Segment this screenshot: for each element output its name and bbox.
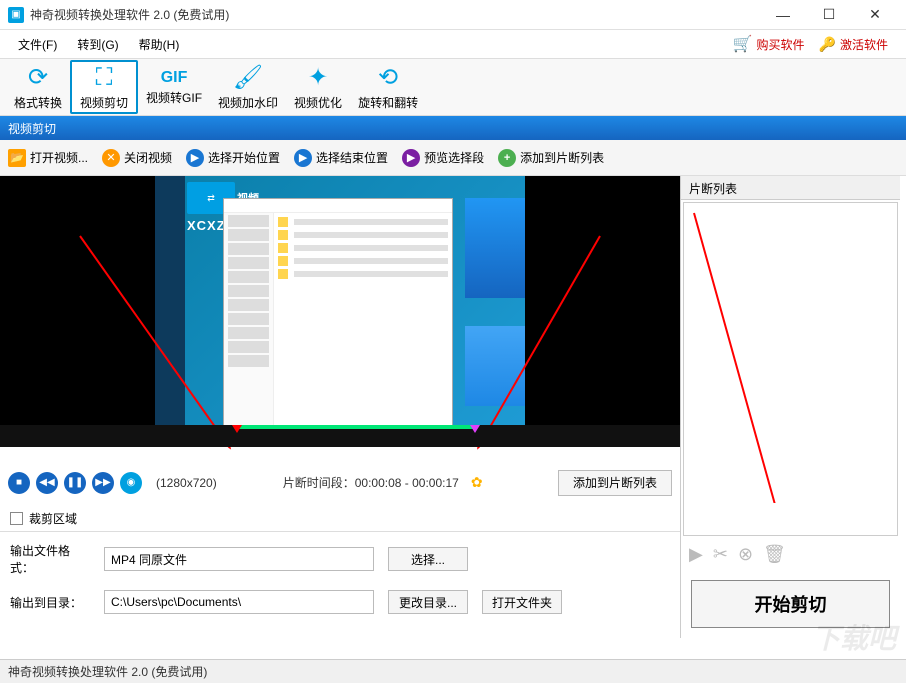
cart-icon: 🛒 <box>733 34 753 54</box>
rotate-icon: ⟲ <box>378 63 398 92</box>
tool-cut[interactable]: ⛶视频剪切 <box>70 60 138 114</box>
video-viewport[interactable]: ⇄ 视频 XCXZQ <box>0 176 680 425</box>
video-frame: ⇄ 视频 XCXZQ <box>155 176 525 425</box>
forward-button[interactable]: ▶▶ <box>92 472 114 494</box>
maximize-button[interactable]: ☐ <box>806 0 852 30</box>
activate-label: 激活软件 <box>840 36 888 53</box>
section-header: 视频剪切 <box>0 116 906 140</box>
menu-file[interactable]: 文件(F) <box>8 32 67 57</box>
tool-gif[interactable]: GIF视频转GIF <box>138 60 210 114</box>
tool-rotate[interactable]: ⟲旋转和翻转 <box>350 60 426 114</box>
snapshot-button[interactable]: ◉ <box>120 472 142 494</box>
marker-start[interactable] <box>232 425 242 433</box>
menu-help[interactable]: 帮助(H) <box>129 32 190 57</box>
menubar: 文件(F) 转到(G) 帮助(H) 🛒 购买软件 🔑 激活软件 <box>0 30 906 58</box>
action-add-fragment[interactable]: +添加到片断列表 <box>498 149 604 167</box>
status-text: 神奇视频转换处理软件 2.0 (免费试用) <box>8 663 207 680</box>
crop-label: 裁剪区域 <box>29 510 77 527</box>
sparkle-icon: ✦ <box>308 63 328 92</box>
folder-icon: 📂 <box>8 149 26 167</box>
action-open-video[interactable]: 📂打开视频... <box>8 149 88 167</box>
timeline[interactable] <box>0 425 680 447</box>
buy-link[interactable]: 🛒 购买软件 <box>733 34 805 54</box>
preview-icon: ▶ <box>402 149 420 167</box>
timeline-selection[interactable] <box>235 425 475 429</box>
rewind-button[interactable]: ◀◀ <box>36 472 58 494</box>
fragment-tools: ▶ ✂ ⊗ 🗑 <box>681 538 900 570</box>
key-icon: 🔑 <box>819 36 836 53</box>
gif-icon: GIF <box>161 69 188 87</box>
fragment-pane: 片断列表 ▶ ✂ ⊗ 🗑 开始剪切 <box>680 176 900 638</box>
annotation-arrow-right <box>684 203 904 503</box>
minimize-button[interactable]: — <box>760 0 806 30</box>
action-select-end[interactable]: ▶选择结束位置 <box>294 149 388 167</box>
fragment-list-header: 片断列表 <box>681 176 900 200</box>
resolution-label: (1280x720) <box>156 476 217 490</box>
select-format-button[interactable]: 选择... <box>388 547 468 571</box>
change-dir-button[interactable]: 更改目录... <box>388 590 468 614</box>
buy-label: 购买软件 <box>757 36 805 53</box>
play-start-icon: ▶ <box>186 149 204 167</box>
tool-watermark[interactable]: 🖌视频加水印 <box>210 60 286 114</box>
activate-link[interactable]: 🔑 激活软件 <box>819 36 888 53</box>
crop-checkbox[interactable] <box>10 512 23 525</box>
play-end-icon: ▶ <box>294 149 312 167</box>
crop-icon: ⛶ <box>96 64 113 92</box>
action-preview[interactable]: ▶预览选择段 <box>402 149 484 167</box>
marker-end[interactable] <box>470 425 480 433</box>
play-fragment-icon[interactable]: ▶ <box>689 544 703 565</box>
delete-fragment-icon[interactable]: ⊗ <box>738 544 753 565</box>
window-title: 神奇视频转换处理软件 2.0 (免费试用) <box>30 6 229 23</box>
tool-optimize[interactable]: ✦视频优化 <box>286 60 350 114</box>
app-icon <box>8 7 24 23</box>
stop-button[interactable]: ■ <box>8 472 30 494</box>
time-range: 片断时间段：00:00:08 - 00:00:17 <box>283 474 459 491</box>
playback-controls: ■ ◀◀ ❚❚ ▶▶ ◉ (1280x720) 片断时间段：00:00:08 -… <box>0 460 680 507</box>
video-pane: ⇄ 视频 XCXZQ <box>0 176 680 638</box>
add-to-fragment-list-button[interactable]: 添加到片断列表 <box>558 470 672 496</box>
output-section: 输出文件格式： 选择... 输出到目录： 更改目录... 打开文件夹 <box>0 531 680 638</box>
window-controls: — ☐ ✕ <box>760 0 898 30</box>
output-dir-label: 输出到目录： <box>10 594 90 611</box>
trash-icon[interactable]: 🗑 <box>763 544 786 565</box>
fragment-list[interactable] <box>683 202 898 536</box>
brush-icon: 🖌 <box>233 63 263 92</box>
output-format-label: 输出文件格式： <box>10 542 90 576</box>
action-select-start[interactable]: ▶选择开始位置 <box>186 149 280 167</box>
crop-row: 裁剪区域 <box>0 506 680 531</box>
convert-icon: ⟳ <box>28 63 48 92</box>
action-close-video[interactable]: ✕关闭视频 <box>102 149 172 167</box>
start-cut-button[interactable]: 开始剪切 <box>691 580 890 628</box>
action-bar: 📂打开视频... ✕关闭视频 ▶选择开始位置 ▶选择结束位置 ▶预览选择段 +添… <box>0 140 906 176</box>
titlebar: 神奇视频转换处理软件 2.0 (免费试用) — ☐ ✕ <box>0 0 906 30</box>
plus-icon: + <box>498 149 516 167</box>
output-format-input[interactable] <box>104 547 374 571</box>
open-folder-button[interactable]: 打开文件夹 <box>482 590 562 614</box>
main-area: ⇄ 视频 XCXZQ <box>0 176 906 638</box>
gear-icon[interactable]: ✿ <box>471 474 483 491</box>
close-icon: ✕ <box>102 149 120 167</box>
menu-goto[interactable]: 转到(G) <box>67 32 128 57</box>
close-button[interactable]: ✕ <box>852 0 898 30</box>
statusbar: 神奇视频转换处理软件 2.0 (免费试用) <box>0 659 906 683</box>
tool-format[interactable]: ⟳格式转换 <box>6 60 70 114</box>
cut-fragment-icon[interactable]: ✂ <box>713 544 728 565</box>
output-dir-input[interactable] <box>104 590 374 614</box>
main-toolbar: ⟳格式转换 ⛶视频剪切 GIF视频转GIF 🖌视频加水印 ✦视频优化 ⟲旋转和翻… <box>0 58 906 116</box>
pause-button[interactable]: ❚❚ <box>64 472 86 494</box>
